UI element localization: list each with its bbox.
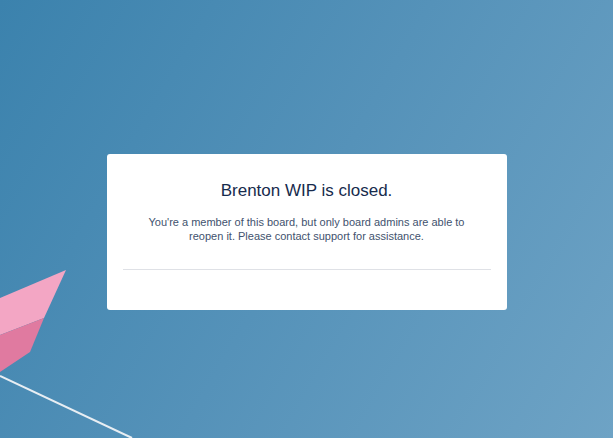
board-background: Brenton WIP is closed. You're a member o… xyxy=(0,0,613,438)
divider xyxy=(123,269,491,270)
closed-board-dialog: Brenton WIP is closed. You're a member o… xyxy=(107,154,507,310)
dialog-title: Brenton WIP is closed. xyxy=(221,181,393,201)
dialog-message: You're a member of this board, but only … xyxy=(132,215,482,243)
